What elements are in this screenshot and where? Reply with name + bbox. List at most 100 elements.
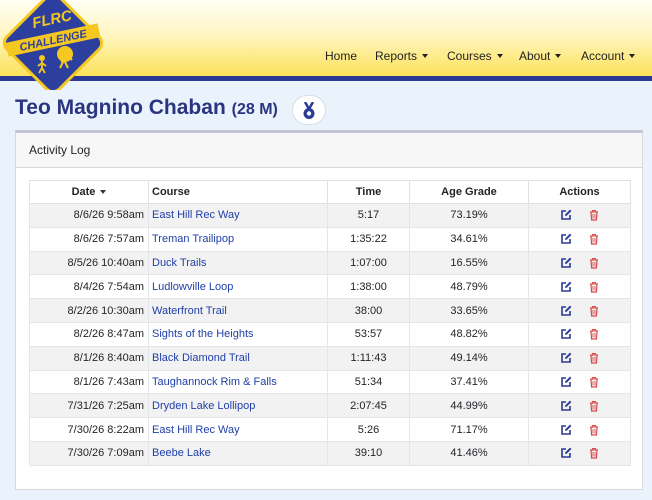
trash-icon[interactable] bbox=[588, 352, 600, 364]
edit-icon[interactable] bbox=[560, 281, 572, 293]
cell-age-grade: 37.41% bbox=[409, 369, 529, 395]
nav-home[interactable]: Home bbox=[325, 49, 357, 65]
edit-icon[interactable] bbox=[560, 209, 572, 221]
caret-down-icon bbox=[422, 54, 429, 58]
cell-actions bbox=[528, 417, 631, 442]
table-row: 8/1/26 7:43am Taughannock Rim & Falls 51:3… bbox=[29, 369, 631, 395]
caret-down-icon bbox=[496, 54, 503, 58]
edit-icon[interactable] bbox=[560, 305, 572, 317]
caret-down-icon bbox=[555, 54, 562, 58]
column-header-date[interactable]: Date bbox=[29, 180, 149, 204]
nav-home-label: Home bbox=[325, 49, 358, 63]
trash-icon[interactable] bbox=[588, 233, 600, 245]
course-link[interactable]: Taughannock Rim & Falls bbox=[148, 369, 328, 395]
edit-icon[interactable] bbox=[560, 400, 572, 412]
course-link[interactable]: Beebe Lake bbox=[148, 440, 328, 466]
course-link[interactable]: Sights of the Heights bbox=[148, 321, 328, 347]
caret-down-icon bbox=[629, 54, 636, 58]
trash-icon[interactable] bbox=[588, 305, 600, 317]
column-header-time[interactable]: Time bbox=[327, 180, 410, 204]
table-row: 7/30/26 8:22am East Hill Rec Way 5:26 71.17… bbox=[29, 417, 631, 442]
cell-actions bbox=[528, 250, 631, 276]
cell-age-grade: 33.65% bbox=[409, 298, 529, 323]
cell-time: 1:07:00 bbox=[327, 250, 410, 276]
activity-table: Date Course Time Age Grade Actions 8/6/2… bbox=[29, 180, 631, 466]
cell-age-grade: 73.19% bbox=[409, 203, 529, 228]
trash-icon[interactable] bbox=[588, 328, 600, 341]
cell-date: 7/30/26 7:09am bbox=[29, 440, 149, 466]
cell-actions bbox=[528, 203, 631, 228]
edit-icon[interactable] bbox=[560, 328, 572, 340]
cell-age-grade: 16.55% bbox=[409, 250, 529, 276]
trash-icon[interactable] bbox=[588, 281, 600, 293]
table-row: 8/2/26 8:47am Sights of the Heights 53:57 4… bbox=[29, 321, 631, 347]
nav-account-label: Account bbox=[581, 49, 625, 63]
course-link[interactable]: Waterfront Trail bbox=[148, 298, 328, 323]
table-row: 7/30/26 7:09am Beebe Lake 39:10 41.46% bbox=[29, 440, 631, 466]
course-link[interactable]: East Hill Rec Way bbox=[148, 417, 328, 442]
cell-date: 8/4/26 7:54am bbox=[29, 274, 149, 300]
date-header-label: Date bbox=[71, 186, 96, 198]
edit-icon[interactable] bbox=[560, 257, 572, 269]
trash-icon[interactable] bbox=[588, 400, 600, 412]
sort-down-icon bbox=[100, 190, 107, 194]
cell-age-grade: 48.82% bbox=[409, 321, 529, 347]
cell-time: 1:35:22 bbox=[327, 226, 410, 252]
cell-date: 8/2/26 8:47am bbox=[29, 321, 149, 347]
table-row: 8/6/26 9:58am East Hill Rec Way 5:17 73.19% bbox=[29, 203, 631, 228]
trash-icon[interactable] bbox=[588, 209, 600, 222]
card-header: Activity Log bbox=[16, 133, 642, 168]
course-link[interactable]: Ludlowville Loop bbox=[148, 274, 328, 300]
cell-time: 2:07:45 bbox=[327, 393, 410, 419]
cell-age-grade: 49.14% bbox=[409, 345, 529, 371]
cell-time: 51:34 bbox=[327, 369, 410, 395]
medal-icon bbox=[303, 102, 315, 119]
table-row: 8/5/26 10:40am Duck Trails 1:07:00 16.55% bbox=[29, 250, 631, 276]
cell-actions bbox=[528, 369, 631, 395]
nav-about-label: About bbox=[519, 49, 551, 63]
trash-icon[interactable] bbox=[588, 376, 600, 388]
athlete-name: Teo Magnino Chaban bbox=[15, 96, 226, 119]
course-link[interactable]: Black Diamond Trail bbox=[148, 345, 328, 371]
column-header-course[interactable]: Course bbox=[148, 180, 328, 204]
cell-actions bbox=[528, 321, 631, 347]
activity-log-card: Activity Log Date Course Time Age Grade … bbox=[15, 130, 643, 490]
nav-courses[interactable]: Courses bbox=[447, 49, 503, 65]
table-row: 8/2/26 10:30am Waterfront Trail 38:00 33.65… bbox=[29, 298, 631, 323]
nav-account[interactable]: Account bbox=[581, 49, 636, 65]
course-link[interactable]: Duck Trails bbox=[148, 250, 328, 276]
nav-courses-label: Courses bbox=[447, 49, 492, 63]
cell-actions bbox=[528, 345, 631, 371]
table-row: 8/6/26 7:57am Treman Trailipop 1:35:22 34.6… bbox=[29, 226, 631, 252]
trash-icon[interactable] bbox=[588, 447, 600, 460]
cell-date: 8/1/26 8:40am bbox=[29, 345, 149, 371]
nav-about[interactable]: About bbox=[519, 49, 562, 65]
cell-actions bbox=[528, 440, 631, 466]
edit-icon[interactable] bbox=[560, 352, 572, 364]
course-link[interactable]: Dryden Lake Lollipop bbox=[148, 393, 328, 419]
trash-icon[interactable] bbox=[588, 424, 600, 436]
cell-time: 1:38:00 bbox=[327, 274, 410, 300]
table-row: 7/31/26 7:25am Dryden Lake Lollipop 2:07:4… bbox=[29, 393, 631, 419]
table-header-row: Date Course Time Age Grade Actions bbox=[29, 180, 631, 204]
cell-time: 5:26 bbox=[327, 417, 410, 442]
column-header-age-grade[interactable]: Age Grade bbox=[409, 180, 529, 204]
cell-actions bbox=[528, 393, 631, 419]
flrc-challenge-logo[interactable]: FLRC CHALLENGE bbox=[2, 0, 104, 90]
cell-age-grade: 41.46% bbox=[409, 440, 529, 466]
cell-date: 8/6/26 7:57am bbox=[29, 226, 149, 252]
cell-actions bbox=[528, 274, 631, 300]
cell-age-grade: 44.99% bbox=[409, 393, 529, 419]
column-header-actions: Actions bbox=[528, 180, 631, 204]
cell-age-grade: 34.61% bbox=[409, 226, 529, 252]
course-link[interactable]: East Hill Rec Way bbox=[148, 203, 328, 228]
cell-time: 1:11:43 bbox=[327, 345, 410, 371]
edit-icon[interactable] bbox=[560, 447, 572, 459]
nav-reports[interactable]: Reports bbox=[375, 49, 429, 65]
edit-icon[interactable] bbox=[560, 424, 572, 436]
edit-icon[interactable] bbox=[560, 376, 572, 388]
course-link[interactable]: Treman Trailipop bbox=[148, 226, 328, 252]
edit-icon[interactable] bbox=[560, 233, 572, 245]
trash-icon[interactable] bbox=[588, 257, 600, 269]
medal-badge[interactable] bbox=[292, 95, 326, 125]
